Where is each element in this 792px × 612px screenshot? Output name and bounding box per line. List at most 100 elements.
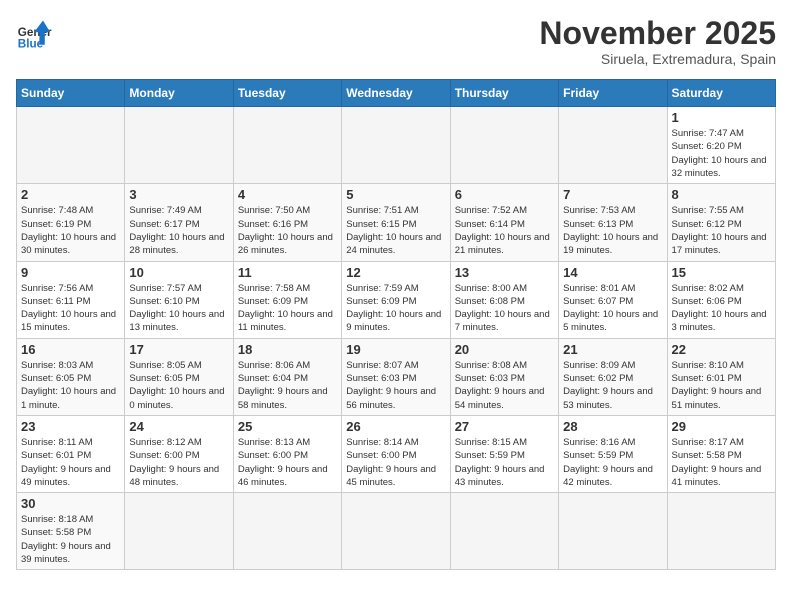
day-number: 19 xyxy=(346,342,445,357)
calendar-day-cell xyxy=(559,107,667,184)
day-info: Sunrise: 8:14 AMSunset: 6:00 PMDaylight:… xyxy=(346,436,445,489)
day-number: 5 xyxy=(346,187,445,202)
weekday-header: Sunday xyxy=(17,80,125,107)
day-number: 23 xyxy=(21,419,120,434)
day-number: 12 xyxy=(346,265,445,280)
calendar-day-cell: 26 Sunrise: 8:14 AMSunset: 6:00 PMDayligh… xyxy=(342,415,450,492)
weekday-header: Monday xyxy=(125,80,233,107)
calendar-day-cell: 2Sunrise: 7:48 AMSunset: 6:19 PMDaylight… xyxy=(17,184,125,261)
logo-icon: General Blue xyxy=(16,16,52,52)
day-info: Sunrise: 7:51 AMSunset: 6:15 PMDaylight:… xyxy=(346,204,445,257)
calendar-day-cell: 12 Sunrise: 7:59 AMSunset: 6:09 PMDayligh… xyxy=(342,261,450,338)
day-info: Sunrise: 7:49 AMSunset: 6:17 PMDaylight:… xyxy=(129,204,228,257)
day-number: 7 xyxy=(563,187,662,202)
calendar-day-cell: 4 Sunrise: 7:50 AMSunset: 6:16 PMDaylight… xyxy=(233,184,341,261)
day-info: Sunrise: 7:59 AMSunset: 6:09 PMDaylight:… xyxy=(346,282,445,335)
weekday-header: Friday xyxy=(559,80,667,107)
day-info: Sunrise: 7:48 AMSunset: 6:19 PMDaylight:… xyxy=(21,204,120,257)
day-info: Sunrise: 8:00 AMSunset: 6:08 PMDaylight:… xyxy=(455,282,554,335)
calendar-day-cell: 17Sunrise: 8:05 AMSunset: 6:05 PMDayligh… xyxy=(125,338,233,415)
calendar-day-cell: 9Sunrise: 7:56 AMSunset: 6:11 PMDaylight… xyxy=(17,261,125,338)
calendar-day-cell xyxy=(559,493,667,570)
calendar-day-cell: 8 Sunrise: 7:55 AMSunset: 6:12 PMDaylight… xyxy=(667,184,775,261)
day-info: Sunrise: 7:47 AMSunset: 6:20 PMDaylight:… xyxy=(672,127,771,180)
logo: General Blue xyxy=(16,16,52,52)
day-info: Sunrise: 8:18 AMSunset: 5:58 PMDaylight:… xyxy=(21,513,120,566)
calendar-day-cell: 14 Sunrise: 8:01 AMSunset: 6:07 PMDayligh… xyxy=(559,261,667,338)
calendar-day-cell: 19 Sunrise: 8:07 AMSunset: 6:03 PMDayligh… xyxy=(342,338,450,415)
calendar-day-cell xyxy=(125,493,233,570)
calendar-day-cell: 5 Sunrise: 7:51 AMSunset: 6:15 PMDaylight… xyxy=(342,184,450,261)
calendar-day-cell xyxy=(450,493,558,570)
day-info: Sunrise: 8:07 AMSunset: 6:03 PMDaylight:… xyxy=(346,359,445,412)
calendar-week-row: 9Sunrise: 7:56 AMSunset: 6:11 PMDaylight… xyxy=(17,261,776,338)
calendar-day-cell: 22Sunrise: 8:10 AMSunset: 6:01 PMDayligh… xyxy=(667,338,775,415)
day-number: 25 xyxy=(238,419,337,434)
calendar-week-row: 16Sunrise: 8:03 AMSunset: 6:05 PMDayligh… xyxy=(17,338,776,415)
calendar-table: SundayMondayTuesdayWednesdayThursdayFrid… xyxy=(16,79,776,570)
calendar-day-cell xyxy=(17,107,125,184)
calendar-week-row: 2Sunrise: 7:48 AMSunset: 6:19 PMDaylight… xyxy=(17,184,776,261)
calendar-day-cell: 24Sunrise: 8:12 AMSunset: 6:00 PMDayligh… xyxy=(125,415,233,492)
day-number: 26 xyxy=(346,419,445,434)
day-info: Sunrise: 7:55 AMSunset: 6:12 PMDaylight:… xyxy=(672,204,771,257)
title-area: November 2025 Siruela, Extremadura, Spai… xyxy=(539,16,776,67)
calendar-day-cell: 23 Sunrise: 8:11 AMSunset: 6:01 PMDayligh… xyxy=(17,415,125,492)
calendar-header-row: SundayMondayTuesdayWednesdayThursdayFrid… xyxy=(17,80,776,107)
day-number: 15 xyxy=(672,265,771,280)
calendar-day-cell: 25 Sunrise: 8:13 AMSunset: 6:00 PMDayligh… xyxy=(233,415,341,492)
day-number: 21 xyxy=(563,342,662,357)
day-info: Sunrise: 8:10 AMSunset: 6:01 PMDaylight:… xyxy=(672,359,771,412)
calendar-day-cell: 21Sunrise: 8:09 AMSunset: 6:02 PMDayligh… xyxy=(559,338,667,415)
calendar-day-cell xyxy=(342,493,450,570)
day-number: 3 xyxy=(129,187,228,202)
weekday-header: Thursday xyxy=(450,80,558,107)
calendar-day-cell: 16Sunrise: 8:03 AMSunset: 6:05 PMDayligh… xyxy=(17,338,125,415)
day-number: 20 xyxy=(455,342,554,357)
day-info: Sunrise: 8:11 AMSunset: 6:01 PMDaylight:… xyxy=(21,436,120,489)
calendar-day-cell: 28 Sunrise: 8:16 AMSunset: 5:59 PMDayligh… xyxy=(559,415,667,492)
month-title: November 2025 xyxy=(539,16,776,51)
weekday-header: Tuesday xyxy=(233,80,341,107)
calendar-day-cell xyxy=(233,493,341,570)
location-title: Siruela, Extremadura, Spain xyxy=(539,51,776,67)
calendar-week-row: 1Sunrise: 7:47 AMSunset: 6:20 PMDaylight… xyxy=(17,107,776,184)
day-info: Sunrise: 7:57 AMSunset: 6:10 PMDaylight:… xyxy=(129,282,228,335)
day-info: Sunrise: 8:05 AMSunset: 6:05 PMDaylight:… xyxy=(129,359,228,412)
day-info: Sunrise: 8:16 AMSunset: 5:59 PMDaylight:… xyxy=(563,436,662,489)
day-number: 4 xyxy=(238,187,337,202)
day-info: Sunrise: 7:53 AMSunset: 6:13 PMDaylight:… xyxy=(563,204,662,257)
calendar-day-cell: 29 Sunrise: 8:17 AMSunset: 5:58 PMDayligh… xyxy=(667,415,775,492)
day-info: Sunrise: 8:02 AMSunset: 6:06 PMDaylight:… xyxy=(672,282,771,335)
day-number: 18 xyxy=(238,342,337,357)
calendar-day-cell: 7 Sunrise: 7:53 AMSunset: 6:13 PMDaylight… xyxy=(559,184,667,261)
weekday-header: Saturday xyxy=(667,80,775,107)
calendar-day-cell: 10Sunrise: 7:57 AMSunset: 6:10 PMDayligh… xyxy=(125,261,233,338)
calendar-day-cell xyxy=(667,493,775,570)
day-number: 8 xyxy=(672,187,771,202)
calendar-day-cell: 3 Sunrise: 7:49 AMSunset: 6:17 PMDaylight… xyxy=(125,184,233,261)
day-number: 11 xyxy=(238,265,337,280)
day-number: 29 xyxy=(672,419,771,434)
day-info: Sunrise: 8:17 AMSunset: 5:58 PMDaylight:… xyxy=(672,436,771,489)
calendar-day-cell: 15 Sunrise: 8:02 AMSunset: 6:06 PMDayligh… xyxy=(667,261,775,338)
day-info: Sunrise: 8:12 AMSunset: 6:00 PMDaylight:… xyxy=(129,436,228,489)
day-info: Sunrise: 8:13 AMSunset: 6:00 PMDaylight:… xyxy=(238,436,337,489)
calendar-day-cell: 1Sunrise: 7:47 AMSunset: 6:20 PMDaylight… xyxy=(667,107,775,184)
day-number: 16 xyxy=(21,342,120,357)
day-number: 9 xyxy=(21,265,120,280)
day-number: 27 xyxy=(455,419,554,434)
day-info: Sunrise: 7:52 AMSunset: 6:14 PMDaylight:… xyxy=(455,204,554,257)
day-info: Sunrise: 8:01 AMSunset: 6:07 PMDaylight:… xyxy=(563,282,662,335)
day-info: Sunrise: 7:50 AMSunset: 6:16 PMDaylight:… xyxy=(238,204,337,257)
day-info: Sunrise: 7:58 AMSunset: 6:09 PMDaylight:… xyxy=(238,282,337,335)
page-header: General Blue November 2025 Siruela, Extr… xyxy=(16,16,776,67)
day-number: 28 xyxy=(563,419,662,434)
calendar-week-row: 23 Sunrise: 8:11 AMSunset: 6:01 PMDayligh… xyxy=(17,415,776,492)
calendar-day-cell: 11 Sunrise: 7:58 AMSunset: 6:09 PMDayligh… xyxy=(233,261,341,338)
day-number: 14 xyxy=(563,265,662,280)
calendar-day-cell xyxy=(233,107,341,184)
calendar-day-cell xyxy=(125,107,233,184)
day-number: 6 xyxy=(455,187,554,202)
weekday-header: Wednesday xyxy=(342,80,450,107)
